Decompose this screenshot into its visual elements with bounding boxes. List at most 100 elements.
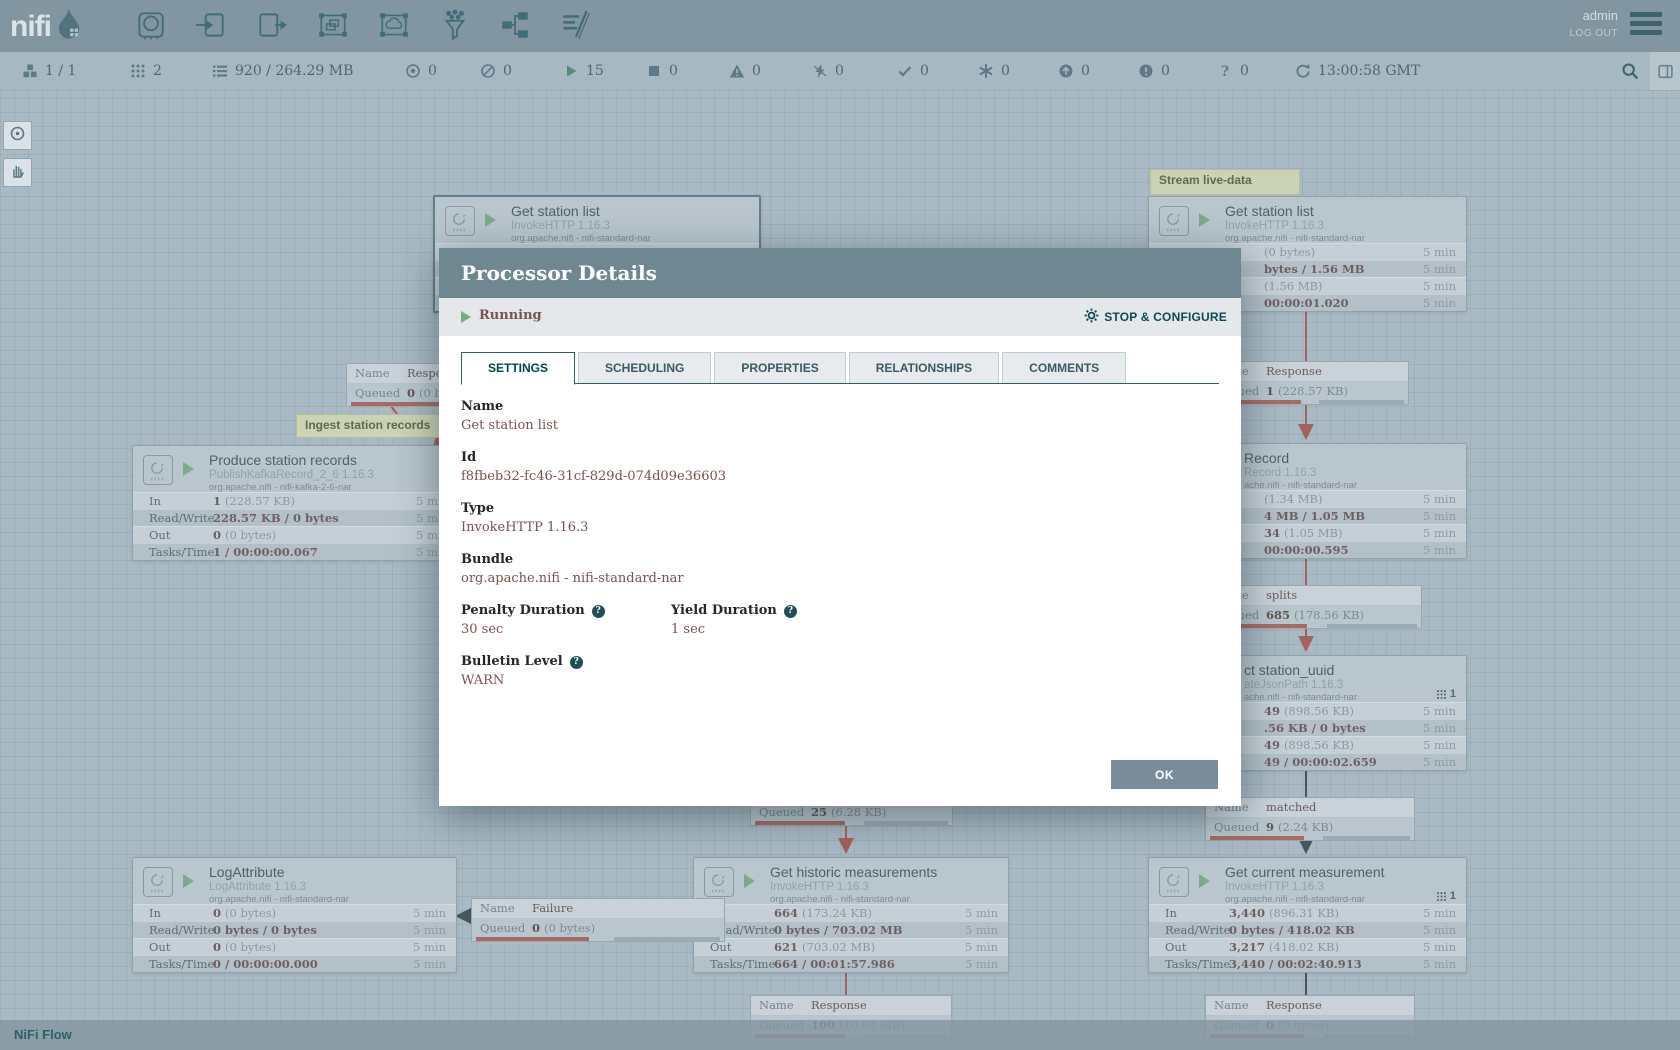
process-group-toolbar-button[interactable] <box>316 8 352 44</box>
processor-icon <box>134 8 168 42</box>
transmitting-icon <box>405 63 421 79</box>
backpressure-bars <box>751 821 952 825</box>
current-user: admin <box>1583 8 1618 23</box>
panel-toggle-icon[interactable] <box>1650 52 1680 90</box>
help-icon[interactable]: ? <box>570 656 583 669</box>
stat-row: Out3,217 (418.02 KB)5 min <box>1149 938 1466 955</box>
stat-row: Read/Write228.57 KB / 0 bytes5 min <box>133 509 459 526</box>
processor-icon <box>143 455 173 485</box>
stat-row: Out621 (703.02 MB)5 min <box>694 938 1008 955</box>
stat-row: Out0 (0 bytes)5 min <box>133 938 456 955</box>
status-running: 15 <box>563 52 604 90</box>
dialog-status-band: Running STOP & CONFIGURE <box>439 298 1241 336</box>
processor[interactable]: Get current measurementInvokeHTTP 1.16.3… <box>1148 857 1467 973</box>
input-port-toolbar-button[interactable] <box>194 8 230 44</box>
status-stale: 0 <box>1058 52 1090 90</box>
processor-icon <box>1159 867 1189 897</box>
status-queued-list: 920 / 264.29 MB <box>212 52 353 90</box>
stop-configure-button[interactable]: STOP & CONFIGURE <box>1078 307 1233 327</box>
connection-name: splits <box>1266 586 1297 605</box>
tab-properties[interactable]: PROPERTIES <box>714 352 845 383</box>
processor-type: PublishKafkaRecord_2_6 1.16.3 <box>209 468 374 482</box>
run-status-icon <box>1199 213 1210 227</box>
processor[interactable]: Produce station recordsPublishKafkaRecor… <box>132 445 460 561</box>
counter-badge: 1 <box>1436 890 1456 902</box>
locally-modified-icon <box>978 63 994 79</box>
connection-name: Response <box>1266 996 1322 1015</box>
help-icon[interactable]: ? <box>592 605 605 618</box>
nifi-drop-icon <box>51 6 83 47</box>
locally-modified-stale-icon <box>1138 63 1154 79</box>
compass-icon <box>9 125 26 147</box>
logout-link[interactable]: LOG OUT <box>1569 28 1618 39</box>
logo-text: nifi <box>10 8 51 46</box>
stat-row: Out0 (0 bytes)5 min <box>133 526 459 543</box>
status-counts-grid: 2 <box>130 52 162 90</box>
process-group-icon <box>316 8 350 42</box>
processor[interactable]: LogAttributeLogAttribute 1.16.3org.apach… <box>132 857 457 973</box>
stat-row: Tasks/Time0 / 00:00:00.0005 min <box>133 955 456 972</box>
queued-count: 1 (228.57 KB) <box>1266 382 1348 401</box>
processor-type: Record 1.16.3 <box>1244 466 1357 480</box>
dialog-tabs: SETTINGSSCHEDULINGPROPERTIESRELATIONSHIP… <box>461 352 1219 384</box>
breadcrumb[interactable]: NiFi Flow <box>14 1027 72 1042</box>
backpressure-bars <box>472 937 724 941</box>
field-penalty-duration: Penalty Duration? 30 sec <box>461 602 671 639</box>
tab-settings[interactable]: SETTINGS <box>461 352 575 385</box>
processor-type: InvokeHTTP 1.16.3 <box>770 880 937 894</box>
dialog-title: Processor Details <box>461 261 657 285</box>
canvas-label[interactable]: Stream live-data <box>1150 169 1300 195</box>
nifi-app: Get station listInvokeHTTP 1.16.3org.apa… <box>0 0 1680 1050</box>
connection-label[interactable]: NameFailureQueued0 (0 bytes) <box>471 898 725 942</box>
processor-title: Get historic measurements <box>770 864 937 880</box>
processor-title: Record <box>1244 450 1357 466</box>
running-icon <box>563 63 579 79</box>
invalid-icon <box>729 63 745 79</box>
counter-badge: 1 <box>1436 688 1456 700</box>
dialog-body: SETTINGSSCHEDULINGPROPERTIESRELATIONSHIP… <box>439 336 1241 806</box>
stop-configure-label: STOP & CONFIGURE <box>1104 310 1227 324</box>
funnel-toolbar-button[interactable] <box>438 8 474 44</box>
refresh-icon <box>1295 63 1311 79</box>
label-toolbar-button[interactable] <box>559 8 595 44</box>
connection-name: Response <box>1266 362 1322 381</box>
tab-scheduling[interactable]: SCHEDULING <box>578 352 711 383</box>
status-stopped: 0 <box>646 52 678 90</box>
sync-failure-icon: ? <box>1217 63 1233 79</box>
field-bundle: Bundle org.apache.nifi - nifi-standard-n… <box>461 551 1219 588</box>
processor-icon <box>1159 206 1189 236</box>
processor[interactable]: Get historic measurementsInvokeHTTP 1.16… <box>693 857 1009 973</box>
dialog-header: Processor Details <box>439 248 1241 298</box>
stopped-icon <box>646 63 662 79</box>
connection-name: matched <box>1266 798 1316 817</box>
field-bulletin-level: Bulletin Level? WARN <box>461 653 1219 690</box>
field-type: Type InvokeHTTP 1.16.3 <box>461 500 1219 537</box>
status-locally-modified: 0 <box>978 52 1010 90</box>
stat-row: Read/Write0 bytes / 703.02 MB5 min <box>694 921 1008 938</box>
processor-icon <box>704 867 734 897</box>
processor-title: Get station list <box>1225 203 1365 219</box>
ok-button[interactable]: OK <box>1111 760 1218 789</box>
operate-palette-button[interactable] <box>3 158 32 187</box>
running-status-label: Running <box>479 308 542 323</box>
status-sync-failure: ?0 <box>1217 52 1249 90</box>
tab-comments[interactable]: COMMENTS <box>1002 352 1126 383</box>
not-transmitting-icon <box>480 63 496 79</box>
tab-relationships[interactable]: RELATIONSHIPS <box>849 352 999 383</box>
template-icon <box>498 8 532 42</box>
processor-toolbar-button[interactable] <box>134 8 170 44</box>
search-icon[interactable] <box>1614 52 1646 90</box>
processor-icon <box>143 867 173 897</box>
queued-count: 9 (2.24 KB) <box>1266 818 1333 837</box>
navigate-palette-button[interactable] <box>3 121 32 150</box>
template-toolbar-button[interactable] <box>498 8 534 44</box>
nifi-logo[interactable]: nifi <box>10 6 83 47</box>
stat-row: In0 (0 bytes)5 min <box>133 904 456 921</box>
global-menu-icon[interactable] <box>1630 12 1662 38</box>
remote-process-group-toolbar-button[interactable] <box>377 8 413 44</box>
status-not-transmitting: 0 <box>480 52 512 90</box>
help-icon[interactable]: ? <box>784 605 797 618</box>
output-port-toolbar-button[interactable] <box>255 8 291 44</box>
status-last-refreshed[interactable]: 13:00:58 GMT <box>1295 52 1420 90</box>
processor-icon <box>445 206 475 236</box>
